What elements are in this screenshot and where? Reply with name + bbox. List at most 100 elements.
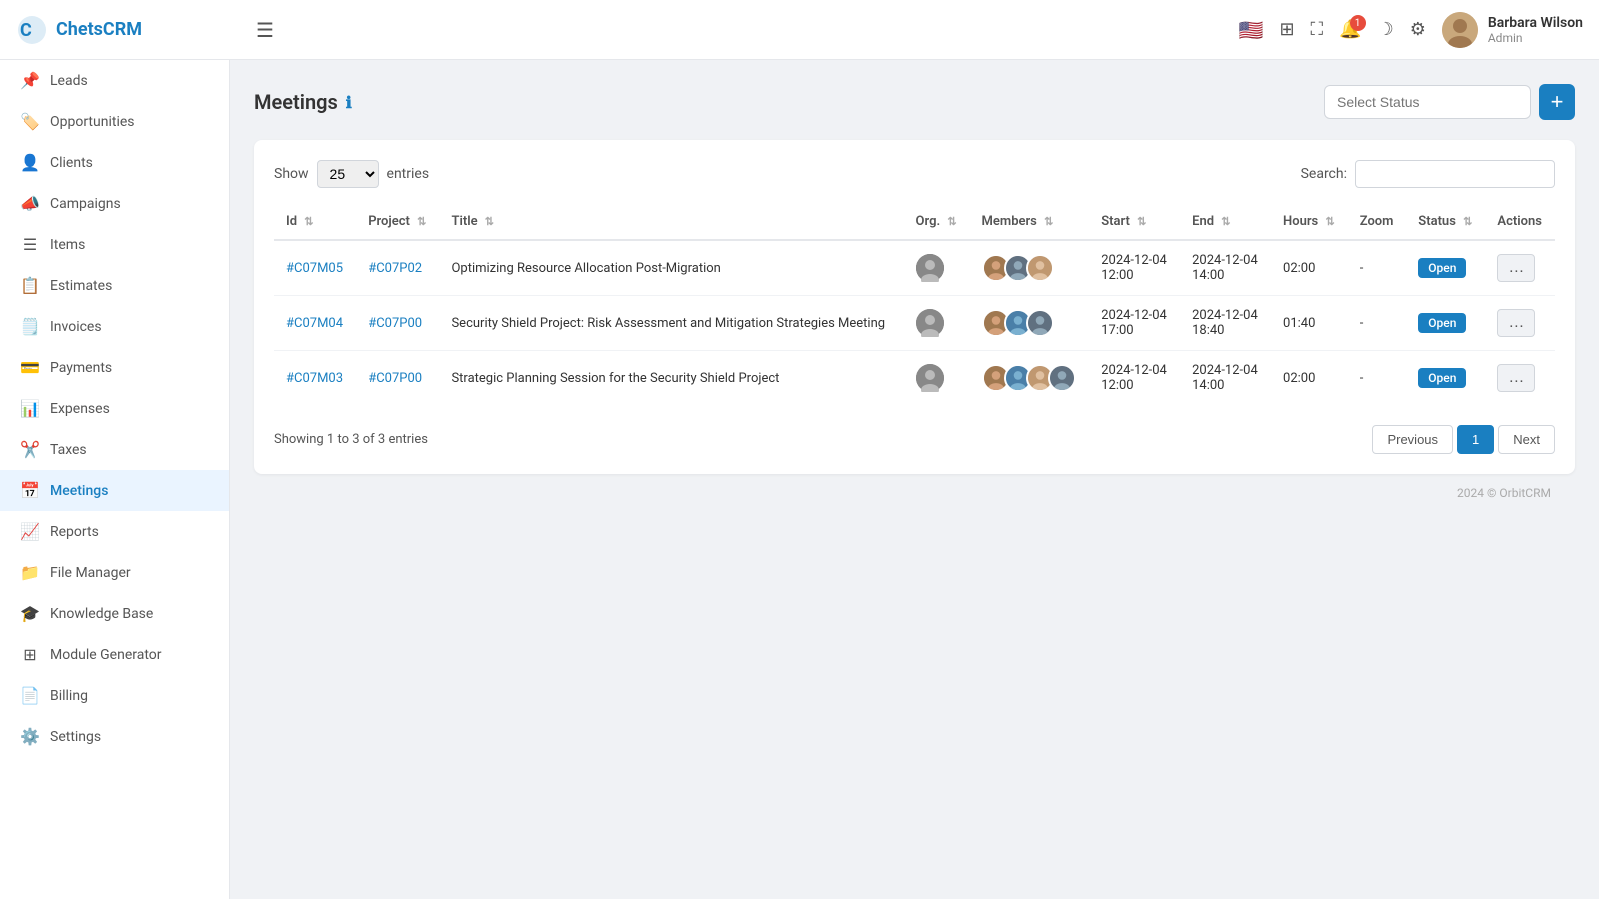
col-hours[interactable]: Hours ⇅	[1271, 204, 1348, 240]
col-end[interactable]: End ⇅	[1180, 204, 1271, 240]
avatar	[1442, 12, 1478, 48]
page-1-button[interactable]: 1	[1457, 425, 1494, 454]
entries-select[interactable]: 25 10 50 100	[317, 160, 379, 188]
project-link[interactable]: #C07P00	[368, 371, 422, 386]
sidebar-item-campaigns[interactable]: 📣 Campaigns	[0, 183, 229, 224]
sidebar-item-estimates[interactable]: 📋 Estimates	[0, 265, 229, 306]
page-title: Meetings ℹ	[254, 90, 352, 114]
user-name: Barbara Wilson	[1488, 15, 1583, 31]
sidebar-item-reports[interactable]: 📈 Reports	[0, 511, 229, 552]
search-input[interactable]	[1355, 160, 1555, 188]
fullscreen-icon[interactable]: ⛶	[1311, 19, 1324, 40]
cell-end: 2024-12-04 14:00	[1180, 240, 1271, 296]
status-select-input[interactable]	[1324, 85, 1531, 119]
sidebar-item-module-generator[interactable]: ⊞ Module Generator	[0, 634, 229, 675]
sidebar-item-label: Invoices	[50, 319, 102, 335]
col-actions: Actions	[1485, 204, 1555, 240]
info-icon[interactable]: ℹ	[346, 93, 352, 112]
avatar-image	[1442, 12, 1478, 48]
cell-members	[970, 240, 1090, 296]
header-actions: +	[1324, 84, 1575, 120]
logo[interactable]: C ChetsCRM	[16, 14, 236, 46]
logo-icon: C	[16, 14, 48, 46]
sidebar-item-label: Campaigns	[50, 196, 121, 212]
status-badge: Open	[1418, 368, 1466, 388]
settings-icon[interactable]: ⚙	[1410, 19, 1426, 40]
logo-text: ChetsCRM	[56, 19, 142, 40]
meeting-id-link[interactable]: #C07M03	[286, 371, 343, 386]
sort-icon-members: ⇅	[1044, 215, 1053, 228]
cell-title: Strategic Planning Session for the Secur…	[439, 351, 903, 406]
col-id[interactable]: Id ⇅	[274, 204, 356, 240]
cell-org	[904, 296, 970, 351]
member-avatars	[982, 254, 1078, 282]
col-members[interactable]: Members ⇅	[970, 204, 1090, 240]
add-meeting-button[interactable]: +	[1539, 84, 1575, 120]
items-icon: ☰	[20, 235, 40, 254]
sidebar-item-settings[interactable]: ⚙️ Settings	[0, 716, 229, 757]
sidebar-item-opportunities[interactable]: 🏷️ Opportunities	[0, 101, 229, 142]
cell-members	[970, 351, 1090, 406]
actions-button[interactable]: …	[1497, 254, 1535, 282]
pagination-row: Showing 1 to 3 of 3 entries Previous 1 N…	[274, 425, 1555, 454]
sidebar-item-label: Module Generator	[50, 647, 162, 663]
sort-icon-status: ⇅	[1463, 215, 1472, 228]
sidebar-item-billing[interactable]: 📄 Billing	[0, 675, 229, 716]
sidebar-item-meetings[interactable]: 📅 Meetings	[0, 470, 229, 511]
sort-icon-end: ⇅	[1221, 215, 1230, 228]
knowledge-base-icon: 🎓	[20, 604, 40, 623]
sidebar-item-clients[interactable]: 👤 Clients	[0, 142, 229, 183]
user-role: Admin	[1488, 31, 1583, 45]
project-link[interactable]: #C07P02	[368, 261, 422, 276]
meeting-id-link[interactable]: #C07M04	[286, 316, 343, 331]
table-header-row: Id ⇅ Project ⇅ Title ⇅ Org. ⇅ Members ⇅ …	[274, 204, 1555, 240]
cell-start: 2024-12-04 12:00	[1089, 240, 1180, 296]
sort-icon-title: ⇅	[485, 215, 494, 228]
previous-button[interactable]: Previous	[1372, 425, 1453, 454]
col-title[interactable]: Title ⇅	[439, 204, 903, 240]
search-bar: Search:	[1301, 160, 1555, 188]
file-manager-icon: 📁	[20, 563, 40, 582]
meeting-id-link[interactable]: #C07M05	[286, 261, 343, 276]
show-label: Show	[274, 166, 309, 182]
notification-icon[interactable]: 🔔 1	[1339, 19, 1361, 40]
user-profile[interactable]: Barbara Wilson Admin	[1442, 12, 1583, 48]
cell-actions: …	[1485, 296, 1555, 351]
col-project[interactable]: Project ⇅	[356, 204, 439, 240]
language-flag[interactable]: 🇺🇸	[1239, 18, 1264, 42]
sidebar-item-payments[interactable]: 💳 Payments	[0, 347, 229, 388]
actions-button[interactable]: …	[1497, 309, 1535, 337]
project-link[interactable]: #C07P00	[368, 316, 422, 331]
sidebar-item-label: Leads	[50, 73, 88, 89]
cell-id: #C07M04	[274, 296, 356, 351]
org-avatar	[916, 254, 944, 282]
hamburger-button[interactable]: ☰	[252, 14, 278, 46]
sidebar-item-expenses[interactable]: 📊 Expenses	[0, 388, 229, 429]
sidebar-item-label: File Manager	[50, 565, 131, 581]
col-status[interactable]: Status ⇅	[1406, 204, 1485, 240]
next-button[interactable]: Next	[1498, 425, 1555, 454]
sidebar-item-leads[interactable]: 📌 Leads	[0, 60, 229, 101]
col-org[interactable]: Org. ⇅	[904, 204, 970, 240]
col-zoom: Zoom	[1348, 204, 1407, 240]
cell-actions: …	[1485, 240, 1555, 296]
org-avatar-img	[916, 309, 944, 337]
sidebar-item-items[interactable]: ☰ Items	[0, 224, 229, 265]
table-row: #C07M03 #C07P00 Strategic Planning Sessi…	[274, 351, 1555, 406]
status-badge: Open	[1418, 313, 1466, 333]
sidebar-item-knowledge-base[interactable]: 🎓 Knowledge Base	[0, 593, 229, 634]
topbar-right: 🇺🇸 ⊞ ⛶ 🔔 1 ☽ ⚙ Barbara Wilson Admin	[1239, 12, 1583, 48]
grid-icon[interactable]: ⊞	[1279, 19, 1294, 40]
pagination-buttons: Previous 1 Next	[1372, 425, 1555, 454]
dark-mode-icon[interactable]: ☽	[1378, 19, 1394, 40]
sidebar-item-invoices[interactable]: 🗒️ Invoices	[0, 306, 229, 347]
cell-title: Optimizing Resource Allocation Post-Migr…	[439, 240, 903, 296]
sidebar-item-file-manager[interactable]: 📁 File Manager	[0, 552, 229, 593]
org-avatar	[916, 364, 944, 392]
sidebar-item-label: Expenses	[50, 401, 110, 417]
billing-icon: 📄	[20, 686, 40, 705]
cell-project: #C07P02	[356, 240, 439, 296]
actions-button[interactable]: …	[1497, 364, 1535, 392]
sidebar-item-taxes[interactable]: ✂️ Taxes	[0, 429, 229, 470]
col-start[interactable]: Start ⇅	[1089, 204, 1180, 240]
